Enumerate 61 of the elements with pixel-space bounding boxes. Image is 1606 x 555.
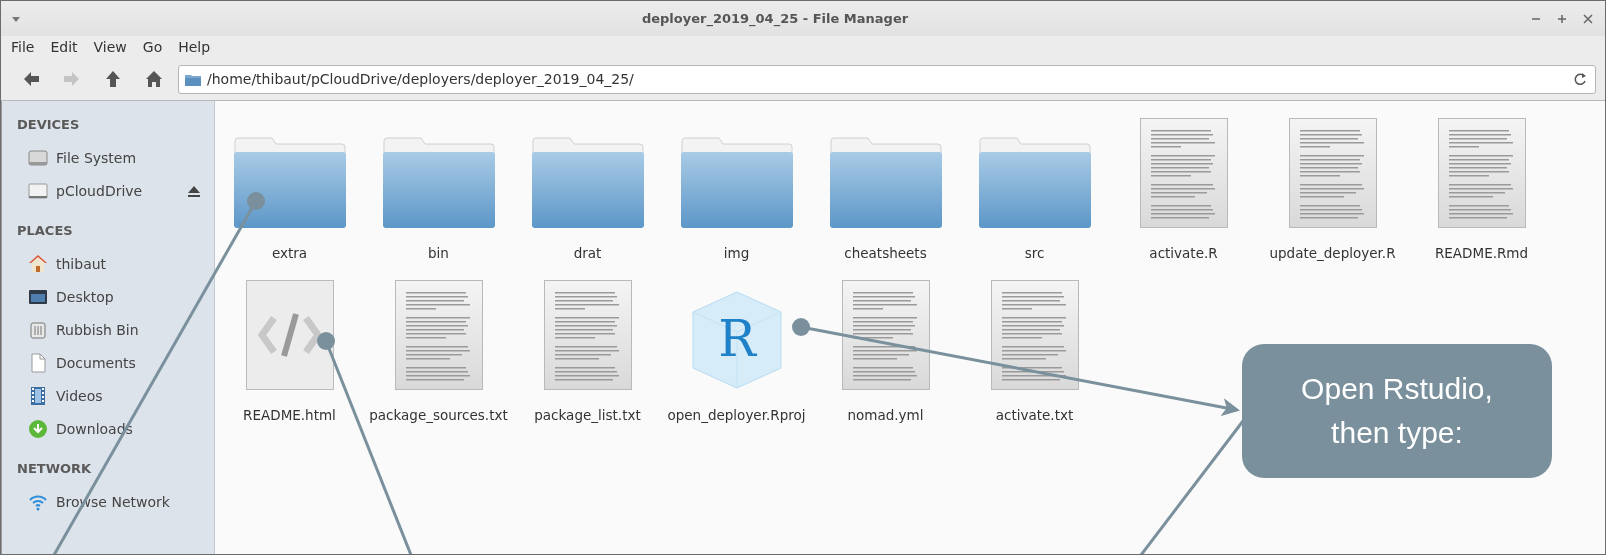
- file-name[interactable]: nomad.yml: [847, 405, 924, 425]
- close-icon[interactable]: [1581, 11, 1595, 26]
- folder-icon[interactable]: [978, 136, 1091, 228]
- menu-item[interactable]: Go: [134, 39, 171, 55]
- trash-icon: [28, 319, 48, 340]
- text-file-icon[interactable]: [990, 280, 1079, 390]
- film-icon: [28, 385, 48, 406]
- section-heading: NETWORK: [16, 460, 93, 478]
- sidebar-item[interactable]: Documents: [56, 354, 200, 371]
- file-name[interactable]: README.Rmd: [1434, 243, 1529, 263]
- home-icon: [144, 70, 163, 88]
- menu-item[interactable]: View: [85, 39, 135, 55]
- file-name[interactable]: activate.R: [1149, 243, 1218, 263]
- sidebar-item[interactable]: pCloudDrive: [56, 182, 180, 199]
- text-file-icon[interactable]: [394, 280, 483, 390]
- sidebar-item[interactable]: Desktop: [56, 288, 200, 305]
- file-name[interactable]: cheatsheets: [844, 243, 927, 263]
- eject-icon[interactable]: [188, 184, 200, 197]
- file-name[interactable]: activate.txt: [995, 405, 1074, 425]
- forward-arrow-icon: [62, 70, 81, 88]
- sidebar-item[interactable]: Rubbish Bin: [56, 321, 200, 338]
- file-name[interactable]: package_sources.txt: [369, 405, 508, 425]
- file-name[interactable]: README.html: [243, 405, 336, 425]
- document-icon: [28, 352, 48, 373]
- home-icon: [28, 253, 48, 274]
- folder-icon[interactable]: [829, 136, 942, 228]
- text-file-icon[interactable]: [841, 280, 930, 390]
- download-icon: [28, 418, 48, 439]
- text-file-icon[interactable]: [1437, 118, 1526, 228]
- file-name[interactable]: open_deployer.Rproj: [667, 405, 806, 425]
- file-name[interactable]: extra: [271, 243, 308, 263]
- window-title: deployer_2019_04_25 - File Manager: [640, 11, 910, 26]
- menu-item[interactable]: File: [3, 39, 43, 55]
- window-menu-icon: [11, 14, 21, 23]
- folder-icon[interactable]: [531, 136, 644, 228]
- section-heading: PLACES: [16, 222, 74, 240]
- file-name[interactable]: drat: [573, 243, 602, 263]
- reload-icon[interactable]: [1573, 71, 1587, 86]
- drive-icon: [28, 180, 48, 201]
- folder-icon[interactable]: [382, 136, 495, 228]
- sidebar-item[interactable]: Videos: [56, 387, 200, 404]
- sidebar-item[interactable]: File System: [56, 149, 200, 166]
- file-name[interactable]: img: [723, 243, 750, 263]
- callout-text: Open Rstudio, then type:: [1300, 371, 1494, 451]
- file-name[interactable]: update_deployer.R: [1269, 243, 1396, 263]
- sidebar-item[interactable]: thibaut: [56, 255, 200, 272]
- menu-item[interactable]: Edit: [42, 39, 86, 55]
- hard-drive-icon: [28, 147, 48, 168]
- menu-item[interactable]: Help: [170, 39, 219, 55]
- code-file-icon[interactable]: [245, 280, 334, 390]
- location-field[interactable]: /home/thibaut/pCloudDrive/deployers/deployer_2019_04_25/: [178, 64, 1596, 94]
- folder-icon[interactable]: [233, 136, 346, 228]
- file-name[interactable]: bin: [428, 243, 449, 263]
- section-heading: DEVICES: [16, 116, 81, 134]
- file-name[interactable]: src: [1024, 243, 1045, 263]
- file-name[interactable]: package_list.txt: [534, 405, 641, 425]
- folder-icon[interactable]: [680, 136, 793, 228]
- text-file-icon[interactable]: [543, 280, 632, 390]
- text-file-icon[interactable]: [1139, 118, 1228, 228]
- text-file-icon[interactable]: [1288, 118, 1377, 228]
- up-arrow-icon: [103, 70, 122, 88]
